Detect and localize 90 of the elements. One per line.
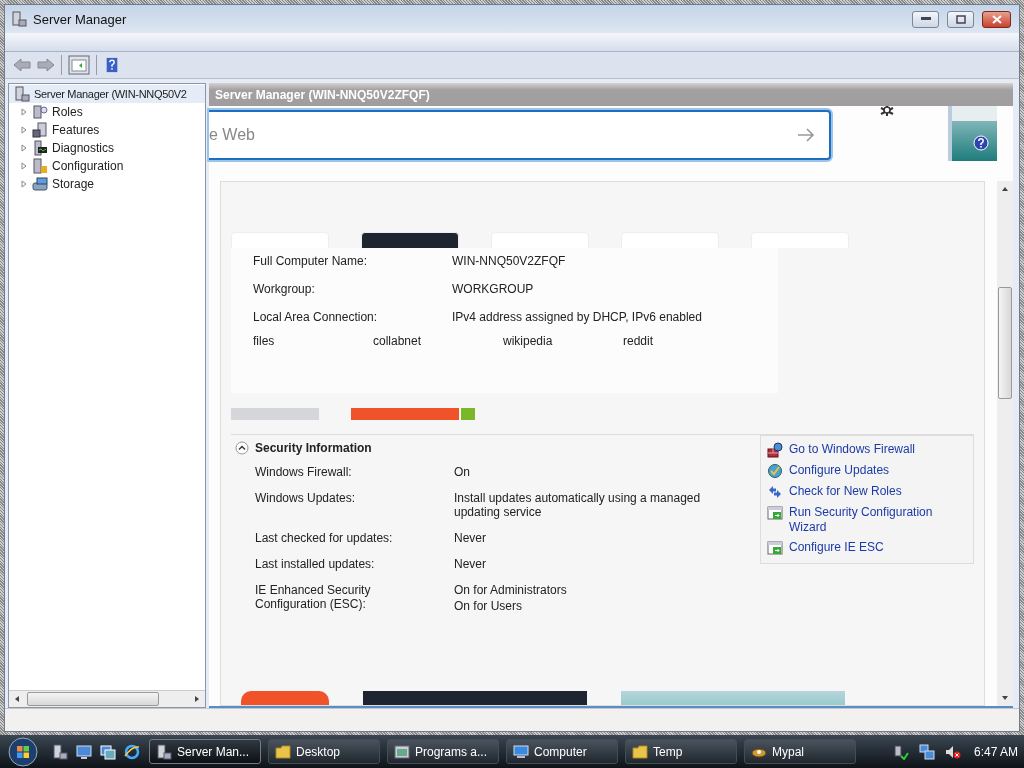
settings-icon[interactable] bbox=[879, 106, 895, 116]
taskbar-button[interactable]: Computer bbox=[506, 739, 618, 764]
section-title: Security Information bbox=[255, 441, 372, 455]
tile-label[interactable]: reddit bbox=[623, 334, 743, 348]
tree-item[interactable]: Roles bbox=[52, 105, 83, 119]
browser-icon[interactable] bbox=[124, 743, 140, 760]
windows-icon[interactable] bbox=[100, 743, 116, 760]
help-icon[interactable] bbox=[973, 135, 989, 151]
scroll-thumb[interactable] bbox=[998, 287, 1012, 399]
field-label: Local Area Connection: bbox=[253, 310, 379, 324]
server-icon bbox=[11, 11, 27, 27]
field-value: Never bbox=[454, 557, 487, 571]
node-icon bbox=[32, 104, 48, 120]
window-icon bbox=[394, 743, 410, 760]
field-value: IPv4 address assigned by DHCP, IPv6 enabled bbox=[452, 310, 702, 324]
field-value: On for Users bbox=[454, 599, 523, 613]
scroll-left-icon[interactable] bbox=[13, 695, 21, 703]
tree-item[interactable]: Storage bbox=[52, 177, 95, 191]
collapse-icon[interactable] bbox=[235, 441, 249, 455]
expand-arrow-icon[interactable] bbox=[20, 180, 28, 188]
folder-icon bbox=[275, 743, 291, 760]
tree-item[interactable]: Diagnostics bbox=[52, 141, 115, 155]
connection-icon[interactable] bbox=[918, 743, 935, 760]
expand-arrow-icon[interactable] bbox=[20, 144, 28, 152]
field-value: On for Administrators bbox=[454, 583, 568, 597]
network-icon[interactable] bbox=[892, 743, 909, 760]
field-label: Workgroup: bbox=[253, 282, 316, 296]
server-icon bbox=[14, 86, 30, 102]
minimize-button[interactable] bbox=[912, 10, 939, 28]
node-icon bbox=[32, 122, 48, 138]
tile-label[interactable]: wikipedia bbox=[503, 334, 623, 348]
tree-item[interactable]: Features bbox=[52, 123, 100, 137]
node-icon bbox=[32, 158, 48, 174]
server-icon[interactable] bbox=[52, 743, 68, 760]
expand-arrow-icon[interactable] bbox=[20, 126, 28, 134]
close-icon bbox=[991, 14, 1002, 24]
expand-arrow-icon[interactable] bbox=[20, 162, 28, 170]
taskbar-button[interactable]: Temp bbox=[625, 739, 737, 764]
close-button[interactable] bbox=[982, 10, 1011, 28]
update-icon bbox=[767, 463, 783, 479]
task-link[interactable]: Configure Updates bbox=[789, 463, 890, 478]
desktop-icon[interactable] bbox=[76, 743, 92, 760]
taskbar-button[interactable]: Programs a... bbox=[387, 739, 499, 764]
start-button[interactable] bbox=[8, 736, 38, 767]
vertical-scrollbar[interactable] bbox=[997, 181, 1013, 706]
field-label: Full Computer Name: bbox=[253, 254, 369, 268]
scroll-right-icon[interactable] bbox=[193, 695, 201, 703]
tile-label[interactable]: files bbox=[253, 334, 373, 348]
maximize-icon bbox=[955, 14, 966, 24]
server-icon bbox=[156, 743, 172, 760]
scroll-up-icon[interactable] bbox=[1001, 185, 1009, 193]
field-label: IE Enhanced Security Configuration (ESC): bbox=[255, 583, 372, 613]
clock: 6:47 AM bbox=[973, 744, 1018, 759]
monitor-icon bbox=[513, 743, 529, 760]
horizontal-scrollbar[interactable] bbox=[9, 690, 205, 707]
field-value: On bbox=[454, 465, 471, 479]
task-link[interactable]: Run Security Configuration Wizard bbox=[789, 505, 963, 535]
field-label: Windows Firewall: bbox=[255, 465, 353, 479]
tree-item[interactable]: Configuration bbox=[52, 159, 124, 173]
expand-arrow-icon[interactable] bbox=[20, 108, 28, 116]
taskbar-button[interactable]: Desktop bbox=[268, 739, 380, 764]
task-link[interactable]: Check for New Roles bbox=[789, 484, 902, 499]
field-label: Last installed updates: bbox=[255, 557, 376, 571]
node-icon bbox=[32, 140, 48, 156]
firewall-icon bbox=[767, 442, 783, 458]
arrows-icon bbox=[767, 484, 783, 500]
scroll-thumb[interactable] bbox=[27, 692, 159, 706]
window-title: Server Manager bbox=[33, 11, 127, 27]
field-value: Install updates automatically using a managed updating service bbox=[454, 491, 702, 519]
arrow-right-icon[interactable] bbox=[797, 128, 815, 142]
tile-bar bbox=[461, 408, 475, 420]
field-value: WIN-NNQ50V2ZFQF bbox=[452, 254, 566, 268]
taskbar-button[interactable]: Mypal bbox=[744, 739, 856, 764]
header-title: Server Manager (WIN-NNQ50V2ZFQF) bbox=[215, 87, 430, 102]
node-icon bbox=[32, 176, 48, 192]
field-label: Last checked for updates: bbox=[255, 531, 394, 545]
search-field[interactable]: e Web bbox=[209, 110, 831, 160]
minimize-icon bbox=[920, 17, 931, 21]
field-value: WORKGROUP bbox=[452, 282, 534, 296]
task-link[interactable]: Go to Windows Firewall bbox=[789, 442, 916, 457]
task-link[interactable]: Configure IE ESC bbox=[789, 540, 884, 555]
field-label: Windows Updates: bbox=[255, 491, 357, 507]
scroll-down-icon[interactable] bbox=[1001, 694, 1009, 702]
tile-label[interactable]: collabnet bbox=[373, 334, 503, 348]
field-value: Never bbox=[454, 531, 487, 545]
search-input[interactable]: e Web bbox=[209, 126, 783, 144]
maximize-button[interactable] bbox=[947, 10, 974, 28]
folder-icon bbox=[632, 743, 648, 760]
tree-item[interactable]: Server Manager (WIN-NNQ50V2 bbox=[9, 85, 205, 103]
taskbar-button[interactable]: Server Man... bbox=[149, 739, 261, 764]
